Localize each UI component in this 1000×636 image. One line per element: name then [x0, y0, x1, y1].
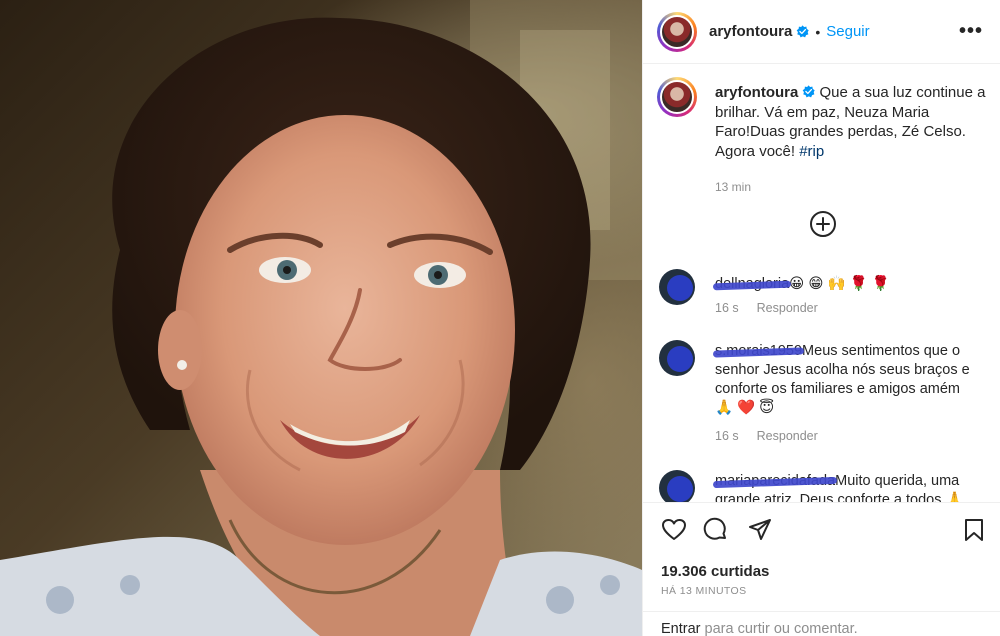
reply-button[interactable]: Responder [757, 429, 818, 443]
comment-time[interactable]: 16 s [715, 429, 739, 443]
comment-time[interactable]: 16 s [715, 301, 739, 315]
verified-badge-icon [796, 25, 810, 38]
author-avatar[interactable] [657, 11, 697, 52]
more-options-icon[interactable]: ••• [959, 21, 983, 41]
post-side-panel: aryfontoura • Seguir ••• aryfontoura Que… [642, 0, 1000, 636]
login-prompt: Entrar para curtir ou comentar. [643, 611, 1000, 636]
author-username[interactable]: aryfontoura [709, 23, 792, 40]
comment-avatar[interactable] [659, 470, 695, 502]
comment-username[interactable]: mariaparecidafada [715, 473, 835, 489]
post-actions: 19.306 curtidas HÁ 13 MINUTOS Entrar par… [643, 502, 1000, 636]
load-more-comments-icon[interactable] [809, 210, 837, 238]
comment-avatar[interactable] [659, 340, 695, 376]
portrait-illustration [0, 0, 642, 636]
likes-count[interactable]: 19.306 curtidas [661, 563, 769, 580]
bookmark-save-icon[interactable] [961, 517, 987, 543]
post-photo[interactable] [0, 0, 642, 636]
login-prompt-text: para curtir ou comentar. [700, 621, 858, 636]
caption-verified-icon [802, 85, 816, 98]
separator-dot: • [815, 23, 821, 40]
login-link[interactable]: Entrar [661, 621, 701, 636]
comments-scroll-area[interactable]: aryfontoura Que a sua luz continue a bri… [643, 65, 1000, 502]
caption-author-avatar[interactable] [657, 77, 697, 117]
comment-text: 😀 😁 🙌 🌹 🌹 [789, 276, 890, 292]
comment-bubble-icon[interactable] [703, 517, 729, 543]
comment-meta: 16 s Responder [715, 429, 836, 443]
caption-text: aryfontoura Que a sua luz continue a bri… [715, 83, 987, 161]
reply-button[interactable]: Responder [757, 301, 818, 315]
comment-username[interactable]: s.morais1959 [715, 343, 802, 359]
post-timestamp[interactable]: HÁ 13 MINUTOS [661, 585, 747, 597]
follow-button[interactable]: Seguir [826, 23, 869, 40]
comment-avatar[interactable] [659, 269, 695, 305]
caption-username[interactable]: aryfontoura [715, 84, 798, 101]
hashtag-rip[interactable]: #rip [799, 143, 824, 160]
comment-username[interactable]: dellnagloria [715, 276, 789, 292]
post-header: aryfontoura • Seguir ••• [643, 0, 1000, 64]
comment-meta: 16 s Responder [715, 301, 836, 315]
share-send-icon[interactable] [747, 517, 773, 543]
like-heart-icon[interactable] [661, 517, 687, 543]
caption-time[interactable]: 13 min [715, 180, 751, 194]
